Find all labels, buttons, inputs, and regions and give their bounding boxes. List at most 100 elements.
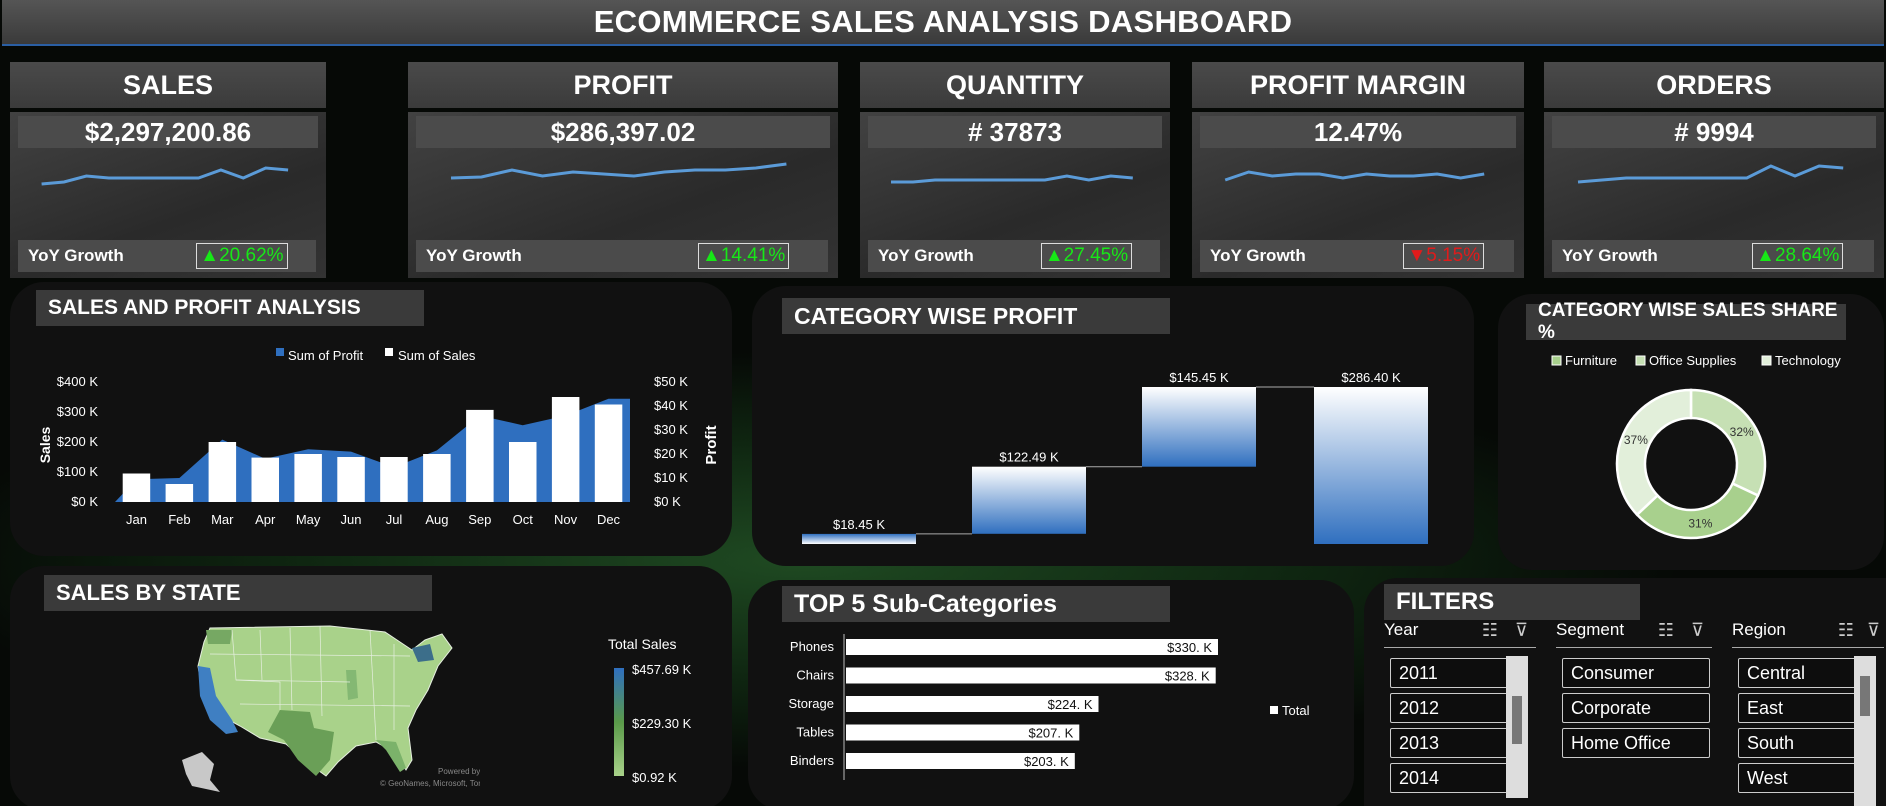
map-legend-min: $0.92 K [632,770,677,785]
legend-swatch [1635,355,1646,366]
sales-bar [165,484,194,502]
category-profit-chart: $18.45 K $122.49 K $145.45 K $286.40 K [802,370,1428,544]
kpi-sparkline [1577,164,1844,184]
y-tick-label: $400 K [57,374,99,389]
kpi-value: $2,297,200.86 [18,116,318,148]
kpi-growth-row: YoY Growth ▼ 5.15% [1200,240,1514,272]
filter-item-west[interactable]: West [1738,763,1858,793]
kpi-title: PROFIT [408,62,838,108]
map-credit-1: Powered by Bing [438,767,480,776]
category-share-chart: Furniture Office Supplies Technology 32% 31%… [1551,353,1841,540]
filter-item-home-office[interactable]: Home Office [1562,728,1710,758]
waterfall-label: $18.45 K [833,517,885,532]
sub-category-bar [846,667,1216,684]
legend-swatch-sales [385,348,393,356]
kpi-sparkline [1224,170,1485,182]
top5-title: TOP 5 Sub-Categories [782,586,1170,622]
kpi-growth-row: YoY Growth ▲ 27.45% [868,240,1160,272]
kpi-card: 12.47% YoY Growth ▼ 5.15% [1192,112,1524,278]
illinois-shape [346,670,358,700]
y-tick-label: $0 K [71,494,98,509]
y-tick-label: $300 K [57,404,99,419]
sales-bar [551,397,580,502]
waterfall-label: $122.49 K [999,450,1059,465]
kpi-sparkline [891,174,1133,184]
filter-item-2011[interactable]: 2011 [1390,658,1510,688]
sales-bar [423,454,451,502]
donut-slice [1689,388,1767,498]
x-tick-label: Aug [425,512,448,527]
filter-slicer-segment: Segment ☷ ⊽ [1556,620,1712,648]
clear-filter-icon[interactable]: ⊽ [1515,620,1528,641]
filter-item-2014[interactable]: 2014 [1390,763,1510,793]
y-tick-label: $100 K [57,464,99,479]
filters-title: FILTERS [1384,584,1640,620]
legend-profit: Sum of Profit [288,348,364,363]
x-tick-label: Mar [211,512,234,527]
filter-item-2012[interactable]: 2012 [1390,693,1510,723]
map-legend-mid: $229.30 K [632,716,692,731]
waterfall-bar [802,533,916,544]
filter-item-2013[interactable]: 2013 [1390,728,1510,758]
filter-header-region: Region ☷ ⊽ [1732,620,1884,648]
category-label: Binders [790,753,835,768]
scrollbar-thumb[interactable] [1860,676,1870,716]
yoy-growth-badge: ▼ 5.15% [1403,243,1485,269]
filter-item-east[interactable]: East [1738,693,1858,723]
waterfall-label: $145.45 K [1169,370,1229,385]
sales-bar [208,442,237,502]
filter-item-consumer[interactable]: Consumer [1562,658,1710,688]
filter-item-south[interactable]: South [1738,728,1858,758]
top5-chart: Phones $330. K Chairs $328. K Storage $224. K… [788,634,1310,780]
clear-filter-icon[interactable]: ⊽ [1691,620,1704,641]
sales-bar [294,454,322,502]
multi-select-icon[interactable]: ☷ [1658,620,1674,641]
waterfall-bar [972,466,1086,534]
yoy-growth-label: YoY Growth [426,246,522,265]
category-profit-title: CATEGORY WISE PROFIT [782,298,1170,334]
x-tick-label: Jun [341,512,362,527]
filter-scrollbar[interactable] [1506,656,1528,798]
y2-tick-label: $10 K [654,470,688,485]
arrow-up-icon: ▲ [1756,245,1775,266]
x-tick-label: Jul [386,512,403,527]
donut-label: 31% [1688,516,1712,530]
x-tick-label: Sep [468,512,491,527]
kpi-card: # 9994 YoY Growth ▲ 28.64% [1544,112,1884,278]
sales-state-title: SALES BY STATE [44,575,432,611]
donut-label: 32% [1730,425,1754,439]
arrow-down-icon: ▼ [1407,245,1427,266]
kpi-value: # 37873 [868,116,1162,148]
washington-shape [206,630,232,644]
sales-bar [509,442,537,502]
bar-value-label: $224. K [1048,697,1093,712]
multi-select-icon[interactable]: ☷ [1482,620,1498,641]
kpi-card: # 37873 YoY Growth ▲ 27.45% [860,112,1170,278]
waterfall-bar [1314,387,1428,544]
bar-value-label: $207. K [1028,726,1073,741]
arrow-up-icon: ▲ [702,245,721,266]
yoy-growth-badge: ▲ 27.45% [1040,243,1133,269]
map-legend-title: Total Sales [608,636,677,652]
sales-profit-chart: Sum of Profit Sum of Sales Jan Feb Mar Apr May… [37,348,720,527]
us-sales-map[interactable]: Powered by Bing © GeoNames, Microsoft, T… [180,620,480,796]
sales-bar [337,457,365,502]
filter-label: Year [1384,620,1419,639]
multi-select-icon[interactable]: ☷ [1838,620,1854,641]
yoy-growth-value: 28.64% [1774,245,1840,266]
x-tick-label: Feb [168,512,190,527]
filter-item-central[interactable]: Central [1738,658,1858,688]
legend-swatch [1761,355,1772,366]
sales-bar [251,457,279,502]
kpi-value: $286,397.02 [416,116,830,148]
y2-tick-label: $20 K [654,446,688,461]
filter-item-corporate[interactable]: Corporate [1562,693,1710,723]
kpi-title: ORDERS [1544,62,1884,108]
scrollbar-thumb[interactable] [1512,696,1522,744]
yoy-growth-value: 27.45% [1063,245,1129,266]
filter-scrollbar[interactable] [1854,656,1876,806]
x-tick-label: May [296,512,321,527]
clear-filter-icon[interactable]: ⊽ [1867,620,1880,641]
dashboard-title: ECOMMERCE SALES ANALYSIS DASHBOARD [2,0,1884,46]
filter-label: Segment [1556,620,1625,639]
